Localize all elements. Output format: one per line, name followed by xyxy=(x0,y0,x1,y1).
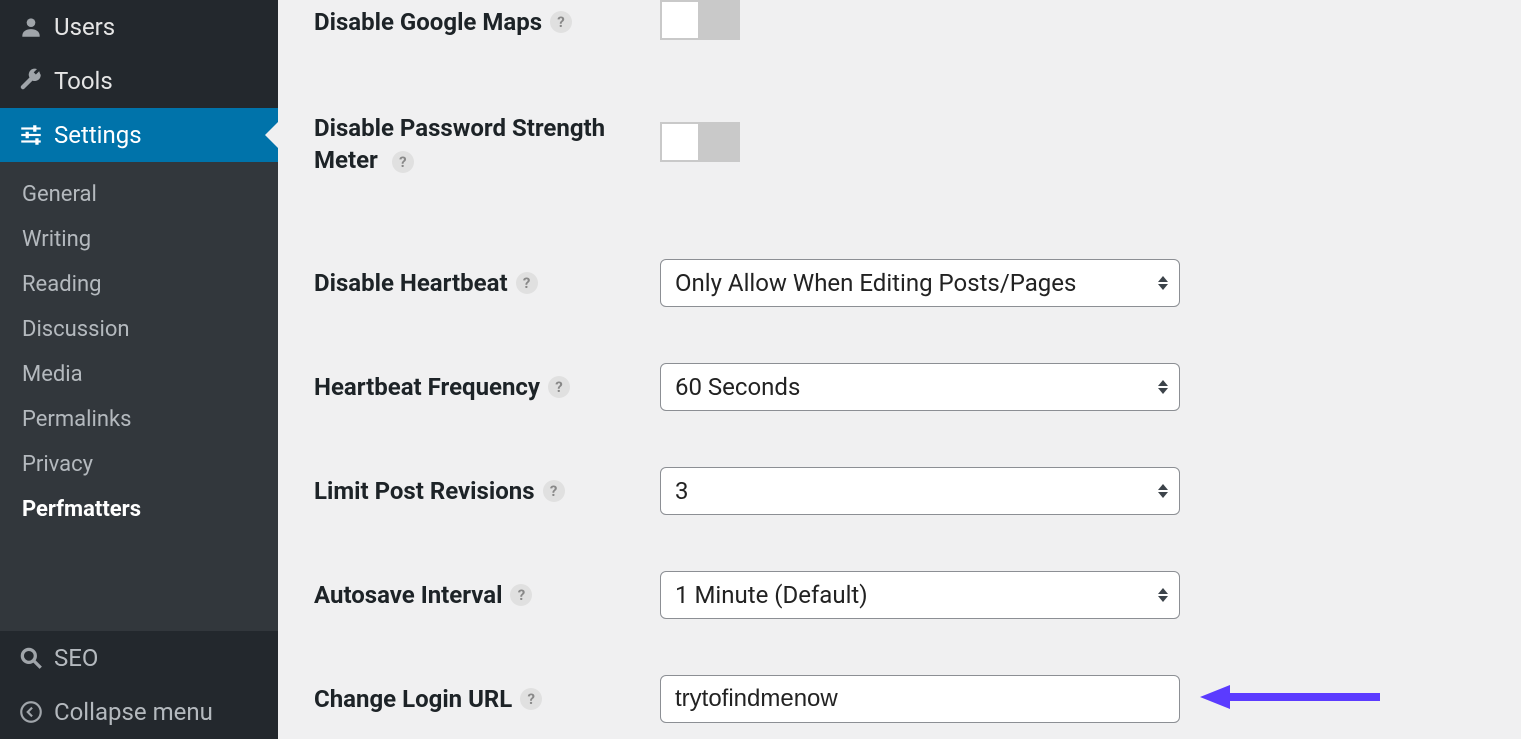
toggle-disable-google-maps[interactable] xyxy=(660,0,740,40)
submenu-item-discussion[interactable]: Discussion xyxy=(0,307,278,352)
submenu-item-writing[interactable]: Writing xyxy=(0,217,278,262)
sidebar-item-label: Collapse menu xyxy=(54,698,213,726)
annotation-arrow-icon xyxy=(1200,681,1380,717)
help-icon[interactable]: ? xyxy=(548,376,570,398)
select-heartbeat-frequency[interactable]: 60 Seconds xyxy=(660,363,1180,411)
settings-submenu: General Writing Reading Discussion Media… xyxy=(0,162,278,631)
select-limit-post-revisions[interactable]: 3 xyxy=(660,467,1180,515)
sidebar-item-label: SEO xyxy=(54,644,98,672)
sidebar-item-label: Users xyxy=(54,13,115,41)
settings-panel: Disable Google Maps ? Disable Password S… xyxy=(278,0,1521,739)
label-disable-google-maps: Disable Google Maps ? xyxy=(314,6,660,38)
sidebar-item-label: Settings xyxy=(54,121,142,149)
label-limit-post-revisions: Limit Post Revisions ? xyxy=(314,475,660,507)
help-icon[interactable]: ? xyxy=(520,688,542,710)
toggle-disable-password-strength[interactable] xyxy=(660,122,740,162)
sliders-icon xyxy=(18,122,54,148)
sidebar-bottom: SEO Collapse menu xyxy=(0,631,278,739)
help-icon[interactable]: ? xyxy=(510,584,532,606)
sidebar-item-label: Tools xyxy=(54,67,113,95)
row-autosave-interval: Autosave Interval ? 1 Minute (Default) xyxy=(314,543,1521,647)
help-icon[interactable]: ? xyxy=(516,272,538,294)
row-disable-heartbeat: Disable Heartbeat ? Only Allow When Edit… xyxy=(314,231,1521,335)
label-disable-heartbeat: Disable Heartbeat ? xyxy=(314,267,660,299)
label-change-login-url: Change Login URL ? xyxy=(314,683,660,715)
row-change-login-url: Change Login URL ? xyxy=(314,647,1521,723)
help-icon[interactable]: ? xyxy=(392,151,414,173)
wrench-icon xyxy=(18,68,54,94)
input-change-login-url[interactable] xyxy=(660,675,1180,723)
sidebar-item-settings[interactable]: Settings xyxy=(0,108,278,162)
help-icon[interactable]: ? xyxy=(543,480,565,502)
submenu-item-privacy[interactable]: Privacy xyxy=(0,442,278,487)
submenu-item-general[interactable]: General xyxy=(0,172,278,217)
select-disable-heartbeat[interactable]: Only Allow When Editing Posts/Pages xyxy=(660,259,1180,307)
select-autosave-interval[interactable]: 1 Minute (Default) xyxy=(660,571,1180,619)
label-disable-password-strength: Disable Password Strength Meter ? xyxy=(314,112,660,177)
row-limit-post-revisions: Limit Post Revisions ? 3 xyxy=(314,439,1521,543)
label-heartbeat-frequency: Heartbeat Frequency ? xyxy=(314,371,660,403)
label-autosave-interval: Autosave Interval ? xyxy=(314,579,660,611)
sidebar-item-users[interactable]: Users xyxy=(0,0,278,54)
search-icon xyxy=(18,645,54,671)
collapse-icon xyxy=(18,699,54,725)
help-icon[interactable]: ? xyxy=(550,11,572,33)
sidebar-item-tools[interactable]: Tools xyxy=(0,54,278,108)
submenu-item-permalinks[interactable]: Permalinks xyxy=(0,397,278,442)
row-disable-password-strength: Disable Password Strength Meter ? xyxy=(314,78,1521,231)
sidebar-item-collapse[interactable]: Collapse menu xyxy=(0,685,278,739)
admin-sidebar: Users Tools Settings General Writing Rea… xyxy=(0,0,278,739)
submenu-item-media[interactable]: Media xyxy=(0,352,278,397)
row-disable-google-maps: Disable Google Maps ? xyxy=(314,0,1521,78)
row-heartbeat-frequency: Heartbeat Frequency ? 60 Seconds xyxy=(314,335,1521,439)
users-icon xyxy=(18,14,54,40)
submenu-item-perfmatters[interactable]: Perfmatters xyxy=(0,487,278,532)
submenu-item-reading[interactable]: Reading xyxy=(0,262,278,307)
sidebar-item-seo[interactable]: SEO xyxy=(0,631,278,685)
